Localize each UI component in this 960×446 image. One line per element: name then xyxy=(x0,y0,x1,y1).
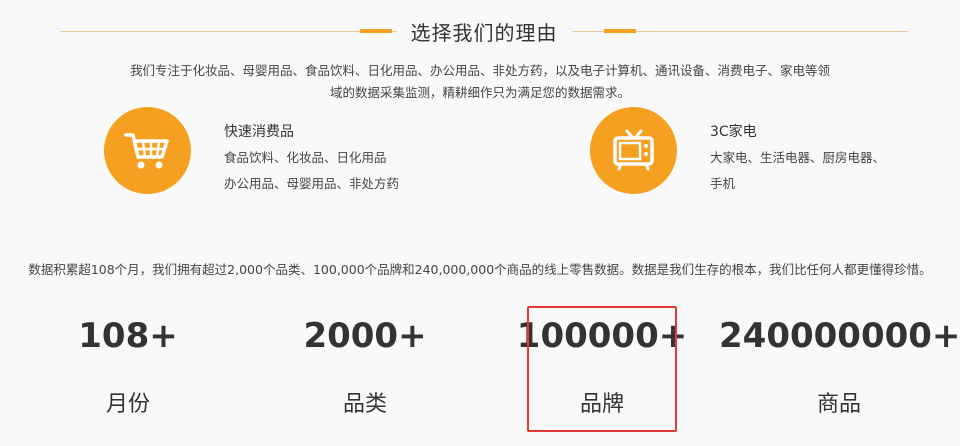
section-header: 选择我们的理由 xyxy=(60,14,908,50)
stat-months: 108+ 月份 xyxy=(8,306,248,418)
category-title: 快速消费品 xyxy=(224,124,294,140)
stat-categories: 2000+ 品类 xyxy=(245,306,485,418)
intro-text: 我们专注于化妆品、母婴用品、食品饮料、日化用品、办公用品、非处方药，以及电子计算… xyxy=(120,60,840,104)
highlight-box xyxy=(527,306,677,432)
category-fmcg-badge xyxy=(104,107,191,194)
stat-value: 240000000+ xyxy=(719,316,960,356)
category-items-line: 办公用品、母婴用品、非处方药 xyxy=(224,176,400,191)
stat-label: 月份 xyxy=(105,392,150,417)
category-items-line: 手机 xyxy=(710,176,736,191)
category-items-line: 食品饮料、化妆品、日化用品 xyxy=(224,150,387,165)
data-summary-text: 数据积累超108个月，我们拥有超过2,000个品类、100,000个品牌和240… xyxy=(28,262,932,277)
stat-value: 2000+ xyxy=(303,316,427,356)
stat-value: 108+ xyxy=(78,316,178,356)
tv-icon xyxy=(613,129,654,171)
intro-line-1: 我们专注于化妆品、母婴用品、食品饮料、日化用品、办公用品、非处方药，以及电子计算… xyxy=(129,63,830,78)
stat-label: 品类 xyxy=(342,392,387,417)
section-title: 选择我们的理由 xyxy=(60,17,908,46)
category-items-line: 大家电、生活电器、厨房电器、 xyxy=(710,150,886,165)
intro-line-2: 域的数据采集监测，精耕细作只为满足您的数据需求。 xyxy=(329,85,630,100)
stat-products: 240000000+ 商品 xyxy=(719,306,960,418)
shopping-cart-icon xyxy=(124,133,169,169)
category-title: 3C家电 xyxy=(710,124,757,140)
stat-label: 商品 xyxy=(816,392,861,417)
category-3c-badge xyxy=(590,107,677,194)
